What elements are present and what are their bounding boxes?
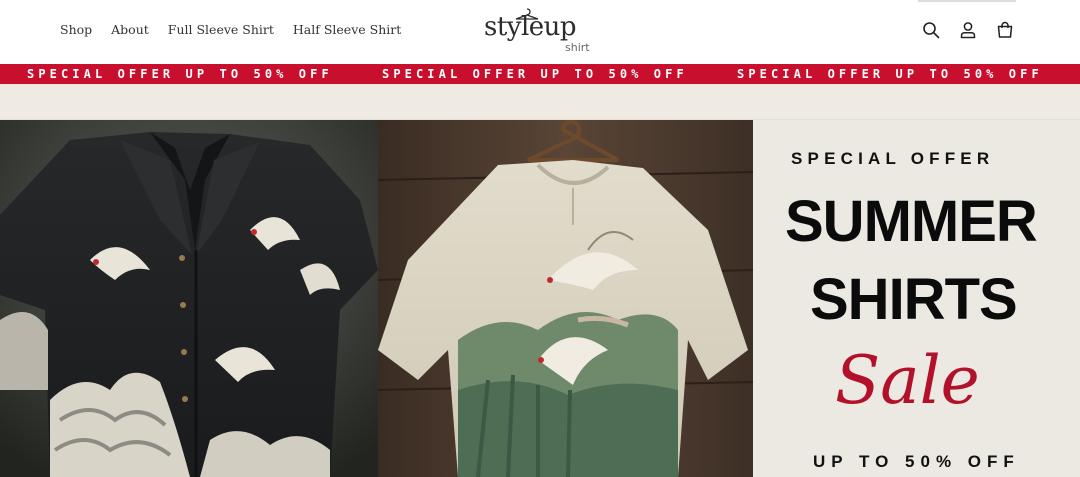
promo-title-line1: SUMMER bbox=[785, 189, 1038, 254]
promo-tagline: UP TO 50% OFF bbox=[813, 452, 1020, 471]
logo-wordmark: styleup bbox=[484, 12, 577, 42]
cart-icon[interactable] bbox=[994, 19, 1016, 41]
account-icon[interactable] bbox=[957, 19, 979, 41]
promo-panel: SPECIAL OFFER SUMMER SHIRTS Sale UP TO 5… bbox=[753, 120, 1080, 477]
main-nav: Shop About Full Sleeve Shirt Half Sleeve… bbox=[60, 22, 401, 37]
logo-subtext: shirt bbox=[565, 41, 590, 54]
cream-crane-shirt-image bbox=[378, 120, 753, 477]
nav-full-sleeve-shirt[interactable]: Full Sleeve Shirt bbox=[168, 22, 274, 37]
promo-sale-script: Sale bbox=[835, 342, 980, 419]
announcement-text: SPECIAL OFFER UP TO 50% OFF bbox=[737, 67, 1043, 81]
nav-shop[interactable]: Shop bbox=[60, 22, 92, 37]
announcement-text: SPECIAL OFFER UP TO 50% OFF bbox=[27, 67, 333, 81]
black-crane-shirt-image bbox=[0, 120, 378, 477]
search-icon[interactable] bbox=[920, 19, 942, 41]
promo-kicker: SPECIAL OFFER bbox=[791, 149, 995, 168]
header-top-divider bbox=[918, 0, 1016, 2]
announcement-text: SPECIAL OFFER UP TO 50% OFF bbox=[382, 67, 688, 81]
site-header: Shop About Full Sleeve Shirt Half Sleeve… bbox=[0, 0, 1080, 64]
announcement-bar: SPECIAL OFFER UP TO 50% OFF SPECIAL OFFE… bbox=[0, 64, 1080, 84]
header-icons bbox=[920, 19, 1016, 41]
subheader-strip bbox=[0, 84, 1080, 120]
site-logo[interactable]: styleup shirt bbox=[484, 8, 614, 58]
promo-title-line2: SHIRTS bbox=[810, 267, 1018, 332]
nav-half-sleeve-shirt[interactable]: Half Sleeve Shirt bbox=[293, 22, 401, 37]
nav-about[interactable]: About bbox=[111, 22, 149, 37]
hero-banner[interactable]: SPECIAL OFFER SUMMER SHIRTS Sale UP TO 5… bbox=[0, 120, 1080, 477]
